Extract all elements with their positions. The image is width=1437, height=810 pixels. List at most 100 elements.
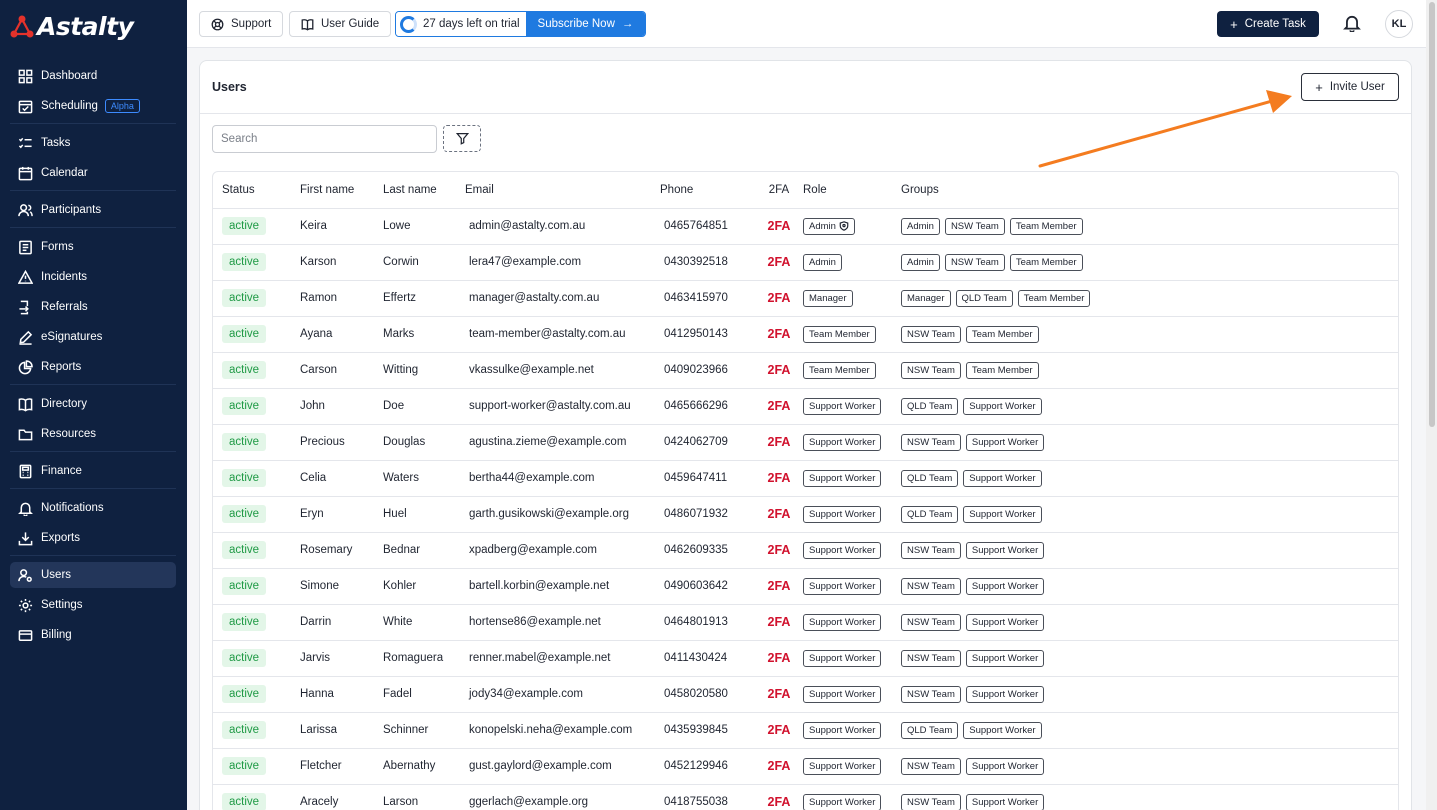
role-label: Admin [809,220,836,232]
table-row[interactable]: active Jarvis Romaguera renner.mabel@exampl… [213,640,1398,677]
first-name: Ayana [300,328,333,340]
sidebar-item-billing[interactable]: Billing [10,622,176,648]
phone-cell: 0411430424 [660,640,755,677]
status-cell: active [213,352,300,389]
sidebar-item-esignatures[interactable]: eSignatures [10,324,176,350]
column-header-email[interactable]: Email [465,172,660,209]
email-cell: vkassulke@example.net [465,352,660,389]
role-tag: Support Worker [803,685,882,703]
sidebar-item-reports[interactable]: Reports [10,354,176,380]
first-name: Larissa [300,724,338,736]
role-label: Manager [809,292,847,304]
book-icon [18,397,33,412]
twofa-cell: 2FA [755,388,803,425]
last-name: White [383,616,413,628]
sidebar-item-label: Referrals [41,301,88,313]
first-name-cell: Larissa [300,712,383,749]
role-label: Support Worker [809,724,876,736]
sidebar-item-dashboard[interactable]: Dashboard [10,63,176,89]
sidebar-item-resources[interactable]: Resources [10,421,176,447]
sidebar-item-exports[interactable]: Exports [10,525,176,551]
last-name: Romaguera [383,652,444,664]
table-row[interactable]: active Eryn Huel garth.gusikowski@example.o… [213,496,1398,533]
group-tag: Support Worker [963,721,1042,739]
sidebar-item-label: Tasks [41,137,71,149]
table-row[interactable]: active Precious Douglas agustina.zieme@exam… [213,424,1398,461]
notifications-bell-icon[interactable] [1343,14,1361,33]
column-header-groups[interactable]: Groups [901,172,1398,209]
sidebar-item-participants[interactable]: Participants [10,197,176,223]
group-tag: Support Worker [965,649,1045,667]
sidebar-item-finance[interactable]: Finance [10,458,176,484]
group-tag: Support Worker [965,757,1045,775]
sidebar-item-notifications[interactable]: Notifications [10,495,176,521]
filter-button[interactable] [443,125,481,152]
table-row[interactable]: active Celia Waters bertha44@example.com 045… [213,460,1398,497]
first-name: Carson [300,364,338,376]
twofa-cell: 2FA [755,748,803,785]
page-scrollbar[interactable] [1426,0,1437,810]
column-header-status[interactable]: Status [213,172,300,209]
table-row[interactable]: active Hanna Fadel jody34@example.com 045802… [213,676,1398,713]
table-row[interactable]: active Darrin White hortense86@example.net 0… [213,604,1398,641]
table-row[interactable]: active Larissa Schinner konopelski.neha@exa… [213,712,1398,749]
groups-cell: NSW Team Support Worker [901,568,1398,605]
sidebar-item-tasks[interactable]: Tasks [10,130,176,156]
table-row[interactable]: active Ayana Marks team-member@astalty.com.… [213,316,1398,353]
sidebar-item-settings[interactable]: Settings [10,592,176,618]
invite-user-button[interactable]: + Invite User [1301,73,1399,101]
support-button[interactable]: Support [199,11,284,37]
twofa-cell: 2FA [755,208,803,245]
sidebar-item-label: Directory [41,398,88,410]
sidebar-item-label: eSignatures [41,331,103,343]
first-name: Precious [300,436,345,448]
twofa-indicator: 2FA [767,723,791,737]
table-row[interactable]: active Carson Witting vkassulke@example.net… [213,352,1398,389]
sidebar-item-referrals[interactable]: Referrals [10,294,176,320]
sidebar-item-incidents[interactable]: Incidents [10,264,176,290]
group-tag: Admin [901,217,940,235]
table-row[interactable]: active Ramon Effertz manager@astalty.com.au… [213,280,1398,317]
sidebar-item-scheduling[interactable]: Scheduling Alpha [10,93,176,119]
table-row[interactable]: active Keira Lowe admin@astalty.com.au 04657… [213,208,1398,245]
column-header-phone[interactable]: Phone [660,172,755,209]
create-task-button[interactable]: + Create Task [1217,11,1319,37]
table-row[interactable]: active Simone Kohler bartell.korbin@example… [213,568,1398,605]
user-guide-button[interactable]: User Guide [289,11,392,37]
table-row[interactable]: active Karson Corwin lera47@example.com 0430… [213,244,1398,281]
scrollbar-thumb[interactable] [1429,2,1435,427]
twofa-cell: 2FA [755,604,803,641]
table-row[interactable]: active John Doe support-worker@astalty.com.… [213,388,1398,425]
table-row[interactable]: active Fletcher Abernathy gust.gaylord@exam… [213,748,1398,785]
status-badge: active [222,217,267,235]
column-header-first-name[interactable]: First name [300,172,383,209]
folder-icon [18,427,33,442]
table-row[interactable]: active Aracely Larson ggerlach@example.org 0… [213,784,1398,810]
last-name-cell: Huel [383,496,465,533]
groups-cell: NSW Team Support Worker [901,640,1398,677]
sidebar-item-directory[interactable]: Directory [10,391,176,417]
search-input[interactable] [212,125,437,153]
column-header-role[interactable]: Role [803,172,901,209]
sidebar-item-label: Users [41,569,72,581]
role-tag: Team Member [803,325,876,343]
column-header-2fa[interactable]: 2FA [755,172,803,209]
twofa-cell: 2FA [755,640,803,677]
arrow-right-icon: → [621,18,634,30]
last-name-cell: Effertz [383,280,465,317]
last-name: Corwin [383,256,419,268]
sidebar-item-forms[interactable]: Forms [10,234,176,260]
status-cell: active [213,640,300,677]
sidebar-item-users[interactable]: Users [10,562,176,588]
table-row[interactable]: active Rosemary Bednar xpadberg@example.com… [213,532,1398,569]
phone-cell: 0458020580 [660,676,755,713]
status-badge: active [222,649,267,667]
sidebar-item-calendar[interactable]: Calendar [10,160,176,186]
avatar[interactable]: KL [1385,10,1413,38]
astalty-logo[interactable]: Astalty [10,10,134,42]
phone-cell: 0490603642 [660,568,755,605]
email-cell: konopelski.neha@example.com [465,712,660,749]
first-name-cell: Ramon [300,280,383,317]
column-header-last-name[interactable]: Last name [383,172,465,209]
subscribe-now-button[interactable]: Subscribe Now → [525,12,646,36]
